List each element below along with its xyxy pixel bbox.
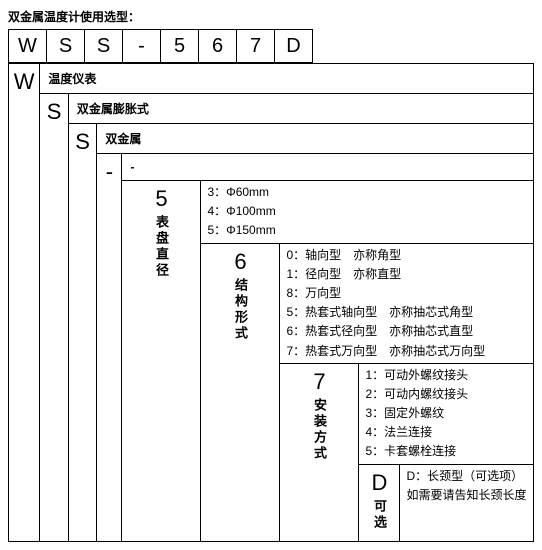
l2-char: S bbox=[41, 100, 67, 124]
l3-char: S bbox=[70, 130, 96, 154]
l7-opt: 1：可动外螺纹接头 bbox=[365, 366, 527, 385]
l1-desc: 温度仪表 bbox=[40, 64, 534, 94]
l6-opt: 1：径向型 亦称直型 bbox=[286, 265, 527, 284]
code-cell: 5 bbox=[161, 30, 199, 63]
l6-opt: 7：热套式万向型 亦称抽芯式万向型 bbox=[286, 342, 527, 361]
l5-opt: 4：Φ100mm bbox=[207, 202, 527, 221]
l6-opt: 5：热套式轴向型 亦称抽芯式角型 bbox=[286, 303, 527, 322]
l1-label-cell: W bbox=[9, 64, 40, 542]
l7-opt: 5：卡套螺栓连接 bbox=[365, 442, 527, 461]
l6-options: 0：轴向型 亦称角型 1：径向型 亦称直型 8：万向型 5：热套式轴向型 亦称抽… bbox=[280, 243, 534, 363]
l8-label-cell: D 可选 bbox=[359, 464, 400, 541]
code-cell: D bbox=[275, 30, 313, 63]
code-cell: W bbox=[9, 30, 47, 63]
l5-opt: 3：Φ60mm bbox=[207, 183, 527, 202]
l3-label-cell: S bbox=[68, 124, 97, 542]
code-cell: 7 bbox=[237, 30, 275, 63]
code-cell: 6 bbox=[199, 30, 237, 63]
l8-char: D bbox=[360, 471, 398, 495]
l5-label: 表盘直径 bbox=[152, 215, 171, 279]
l6-label: 结构形式 bbox=[231, 278, 250, 342]
l7-label: 安装方式 bbox=[310, 398, 329, 462]
l7-opt: 4：法兰连接 bbox=[365, 423, 527, 442]
l7-opt: 2：可动内螺纹接头 bbox=[365, 385, 527, 404]
l6-label-cell: 6 结构形式 bbox=[201, 243, 280, 541]
l5-options: 3：Φ60mm 4：Φ100mm 5：Φ150mm bbox=[201, 181, 534, 244]
selection-table: W S S - 5 6 7 D bbox=[8, 29, 525, 63]
l7-label-cell: 7 安装方式 bbox=[280, 363, 359, 541]
page-title: 双金属温度计使用选型： bbox=[8, 8, 534, 25]
l3-desc: 双金属 bbox=[97, 124, 534, 154]
l2-label-cell: S bbox=[40, 94, 69, 542]
l4-label-cell: - bbox=[97, 154, 122, 542]
l5-label-cell: 5 表盘直径 bbox=[122, 181, 201, 542]
code-cell: - bbox=[123, 30, 161, 63]
l6-opt: 0：轴向型 亦称角型 bbox=[286, 246, 527, 265]
l2-desc: 双金属膨胀式 bbox=[68, 94, 533, 124]
l4-char: - bbox=[98, 160, 120, 184]
l6-opt: 6：热套式径向型 亦称抽芯式直型 bbox=[286, 322, 527, 341]
l7-options: 1：可动外螺纹接头 2：可动内螺纹接头 3：固定外螺纹 4：法兰连接 5：卡套螺… bbox=[359, 363, 534, 464]
l8-opt: D：长颈型（可选项）如需要请告知长颈长度 bbox=[406, 467, 527, 505]
l6-opt: 8：万向型 bbox=[286, 284, 527, 303]
detail-table: W 温度仪表 S 双金属膨胀式 S 双金属 - - 5 表盘直径 3：Φ60mm… bbox=[8, 63, 534, 542]
l6-char: 6 bbox=[202, 250, 278, 274]
code-row: W S S - 5 6 7 D bbox=[9, 30, 526, 63]
l7-opt: 3：固定外螺纹 bbox=[365, 404, 527, 423]
code-cell: S bbox=[47, 30, 85, 63]
l7-char: 7 bbox=[281, 370, 357, 394]
l5-char: 5 bbox=[123, 187, 199, 211]
l4-desc: - bbox=[122, 154, 534, 181]
l5-opt: 5：Φ150mm bbox=[207, 221, 527, 240]
l8-label: 可选 bbox=[370, 499, 389, 531]
l8-options: D：长颈型（可选项）如需要请告知长颈长度 bbox=[400, 464, 534, 541]
l1-char: W bbox=[10, 70, 38, 94]
code-cell: S bbox=[85, 30, 123, 63]
